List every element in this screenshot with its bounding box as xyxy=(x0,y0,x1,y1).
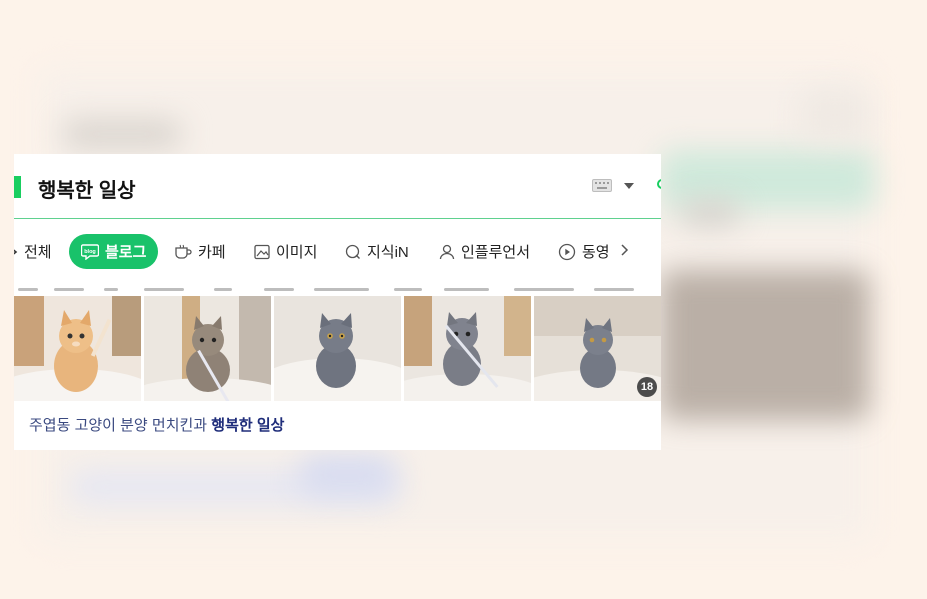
blog-post-title-link[interactable]: 주엽동 고양이 분양 먼치킨과 행복한 일상 xyxy=(29,414,284,435)
background-shape xyxy=(680,200,740,226)
keyboard-icon[interactable] xyxy=(592,179,612,192)
search-header: 행복한 일상 xyxy=(14,154,661,219)
kin-icon xyxy=(345,244,360,259)
tab-cafe[interactable]: 카페 xyxy=(174,234,226,269)
tab-label: 지식iN xyxy=(367,244,409,261)
tab-label: 이미지 xyxy=(276,244,318,261)
kitten-photo[interactable] xyxy=(14,296,141,401)
background-shape xyxy=(300,455,395,495)
tab-label: 전체 xyxy=(24,244,52,261)
background-shape xyxy=(62,120,182,148)
video-icon xyxy=(558,243,576,260)
kitten-photo[interactable] xyxy=(274,296,401,401)
tab-label: 인플루언서 xyxy=(461,244,531,261)
tab-label: 동영 xyxy=(582,244,610,261)
tab-blog[interactable]: blog 블로그 xyxy=(69,234,159,269)
caption-highlight: 행복한 일상 xyxy=(211,417,285,434)
all-icon xyxy=(14,248,18,255)
search-button-edge[interactable] xyxy=(657,179,661,189)
tab-video[interactable]: 동영 xyxy=(558,234,610,269)
caption-text: 주엽동 고양이 분양 먼치킨과 xyxy=(29,417,212,434)
chevron-down-icon[interactable] xyxy=(624,183,634,189)
blog-photo-gallery: 18 xyxy=(14,296,661,401)
tab-influencer[interactable]: 인플루언서 xyxy=(439,234,530,269)
kitten-photo[interactable] xyxy=(144,296,271,401)
kitten-photo[interactable] xyxy=(404,296,531,401)
accent-bar xyxy=(14,176,21,198)
tab-all[interactable]: 전체 xyxy=(14,234,52,269)
search-query-title: 행복한 일상 xyxy=(38,180,136,202)
more-photos-badge[interactable]: 18 xyxy=(637,377,657,397)
cut-off-text-line xyxy=(14,286,661,296)
influencer-icon xyxy=(439,244,455,259)
background-shape xyxy=(800,90,870,140)
cafe-icon xyxy=(175,244,192,259)
tab-label: 카페 xyxy=(198,244,226,261)
background-photo xyxy=(660,270,870,420)
tab-kin[interactable]: 지식iN xyxy=(345,234,409,269)
tab-image[interactable]: 이미지 xyxy=(254,234,317,269)
svg-text:blog: blog xyxy=(84,249,96,255)
search-result-card: 행복한 일상 전체 blog 블로그 카페 이미지 지식iN 인플루언서 동영 … xyxy=(14,154,661,450)
chevron-right-icon[interactable] xyxy=(620,243,630,257)
kitten-photo[interactable]: 18 xyxy=(534,296,661,401)
blog-icon: blog xyxy=(81,243,99,260)
tab-label: 블로그 xyxy=(105,244,147,261)
image-icon xyxy=(254,244,270,259)
search-tabs: 전체 blog 블로그 카페 이미지 지식iN 인플루언서 동영 xyxy=(14,219,661,279)
